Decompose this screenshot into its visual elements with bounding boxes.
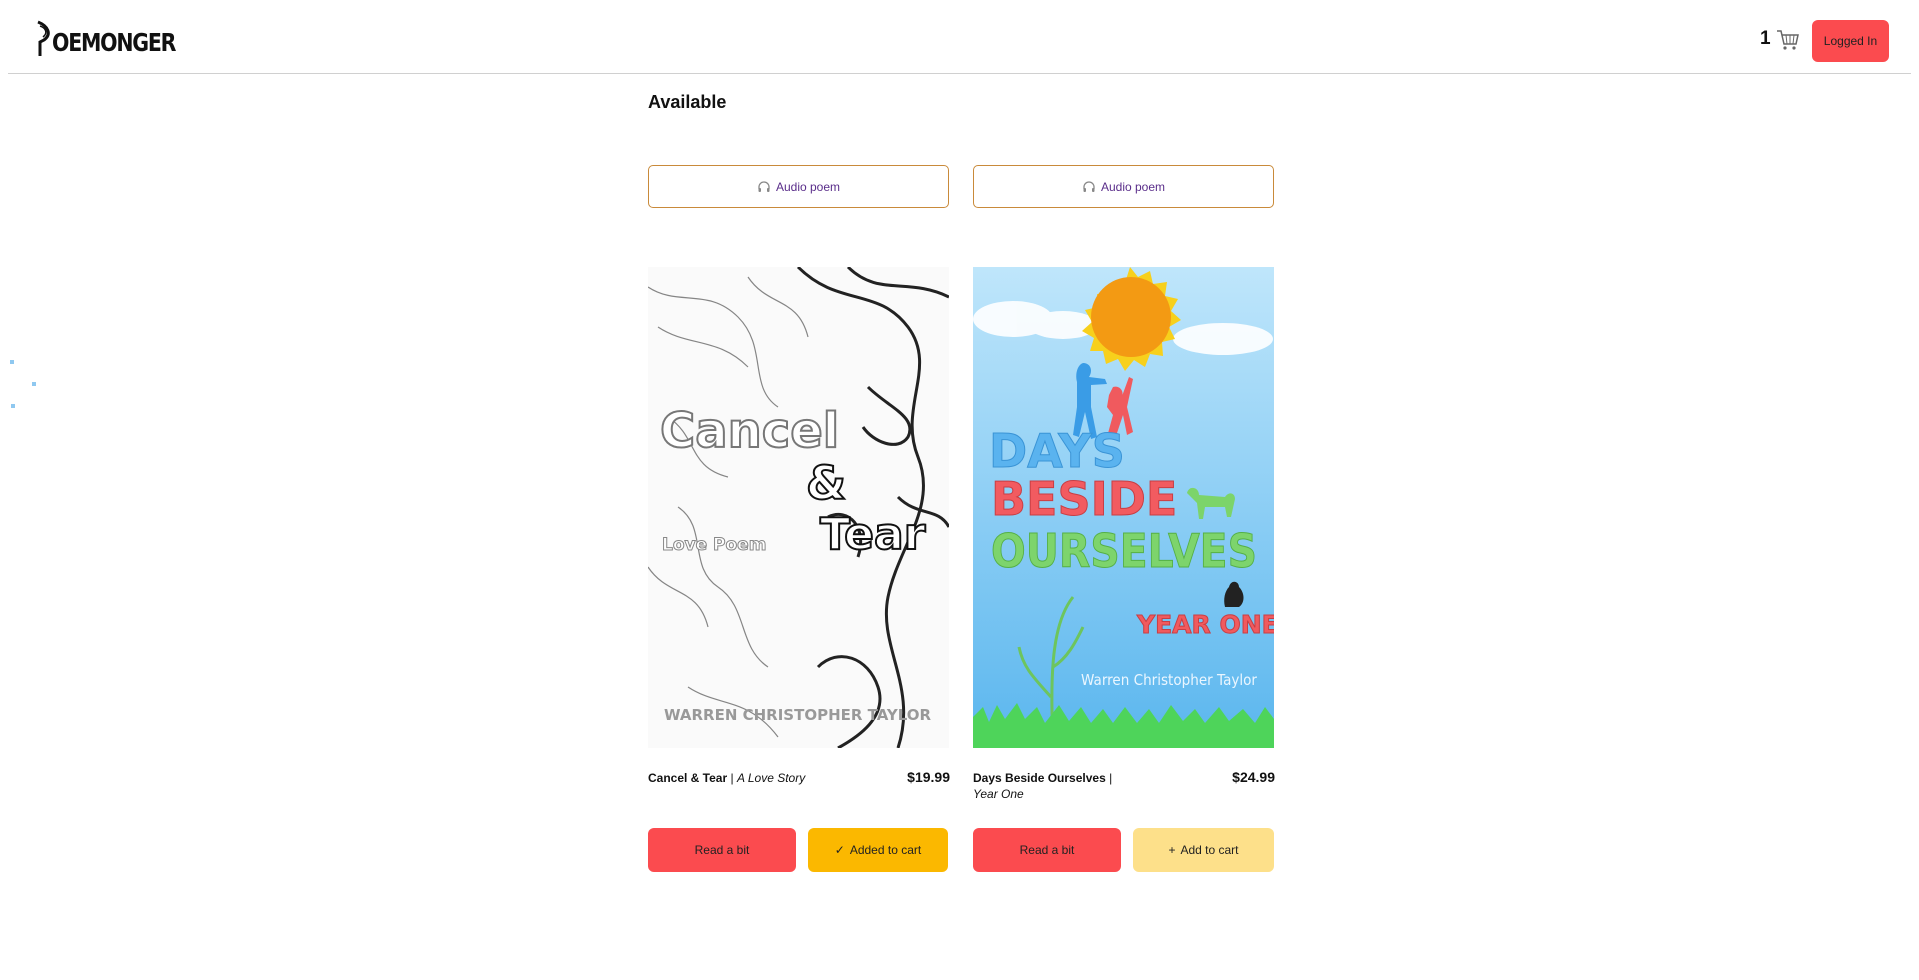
headphones-icon bbox=[758, 180, 770, 192]
cover-subtitle: Love Poem bbox=[662, 535, 766, 555]
read-a-bit-button[interactable]: Read a bit bbox=[648, 828, 796, 872]
loader-dot bbox=[10, 360, 14, 364]
logo-text: OEMONGER bbox=[52, 27, 176, 57]
cover-title-word1: Cancel bbox=[660, 403, 839, 459]
audio-poem-button[interactable]: Audio poem bbox=[648, 165, 949, 208]
product-subtitle: A Love Story bbox=[736, 771, 806, 785]
cover-art: Cancel & Tear Love Poem WARREN CHRISTOPH… bbox=[648, 267, 949, 748]
product-subtitle: Year One bbox=[973, 787, 1024, 801]
cart-count: 1 bbox=[1760, 28, 1771, 49]
audio-poem-button[interactable]: Audio poem bbox=[973, 165, 1274, 208]
loader-dot bbox=[11, 404, 15, 408]
audio-poem-label: Audio poem bbox=[1100, 179, 1166, 194]
audio-poem-label: Audio poem bbox=[775, 179, 841, 194]
title-separator: | bbox=[727, 771, 737, 785]
cover-line-beside: BESIDE bbox=[991, 472, 1177, 526]
cover-title-amp: & bbox=[806, 456, 846, 510]
read-a-bit-button[interactable]: Read a bit bbox=[973, 828, 1121, 872]
product-title-main: Days Beside Ourselves bbox=[973, 771, 1106, 785]
cart-icon[interactable] bbox=[1776, 29, 1800, 51]
loader-dot bbox=[32, 382, 36, 386]
product-price: $24.99 bbox=[1232, 769, 1275, 785]
cart-button-label: Add to cart bbox=[1180, 843, 1239, 857]
check-icon: ✓ bbox=[834, 843, 845, 857]
book-cover-days-beside-ourselves[interactable]: DAYS BESIDE OURSELVES YEAR ONE Warren Ch… bbox=[973, 267, 1274, 748]
cover-line-year-one: YEAR ONE bbox=[1136, 610, 1274, 639]
cover-line-days: DAYS bbox=[989, 424, 1125, 478]
title-separator: | bbox=[1105, 771, 1113, 785]
product-title-main: Cancel & Tear bbox=[648, 771, 728, 785]
product-price: $19.99 bbox=[907, 769, 950, 785]
cover-author: Warren Christopher Taylor bbox=[1081, 671, 1258, 689]
product-title: Cancel & Tear | A Love Story bbox=[648, 770, 848, 786]
logged-in-button[interactable]: Logged In bbox=[1812, 20, 1889, 62]
cover-line-ourselves: OURSELVES bbox=[991, 524, 1257, 578]
product-title: Days Beside Ourselves | Year One bbox=[973, 770, 1123, 802]
headphones-icon bbox=[1083, 180, 1095, 192]
cart-button-label: Added to cart bbox=[849, 843, 922, 857]
cover-art: DAYS BESIDE OURSELVES YEAR ONE Warren Ch… bbox=[973, 267, 1274, 748]
cover-title-word2: Tear bbox=[820, 509, 926, 560]
plus-icon: + bbox=[1168, 843, 1176, 857]
top-bar: OEMONGER 1 Logged In bbox=[8, 0, 1911, 74]
add-to-cart-button[interactable]: + Add to cart bbox=[1133, 828, 1274, 872]
added-to-cart-button[interactable]: ✓ Added to cart bbox=[808, 828, 948, 872]
cover-author: WARREN CHRISTOPHER TAYLOR bbox=[664, 706, 932, 724]
logo[interactable]: OEMONGER bbox=[34, 20, 202, 58]
book-cover-cancel-tear[interactable]: Cancel & Tear Love Poem WARREN CHRISTOPH… bbox=[648, 267, 949, 748]
section-title: Available bbox=[648, 92, 727, 112]
